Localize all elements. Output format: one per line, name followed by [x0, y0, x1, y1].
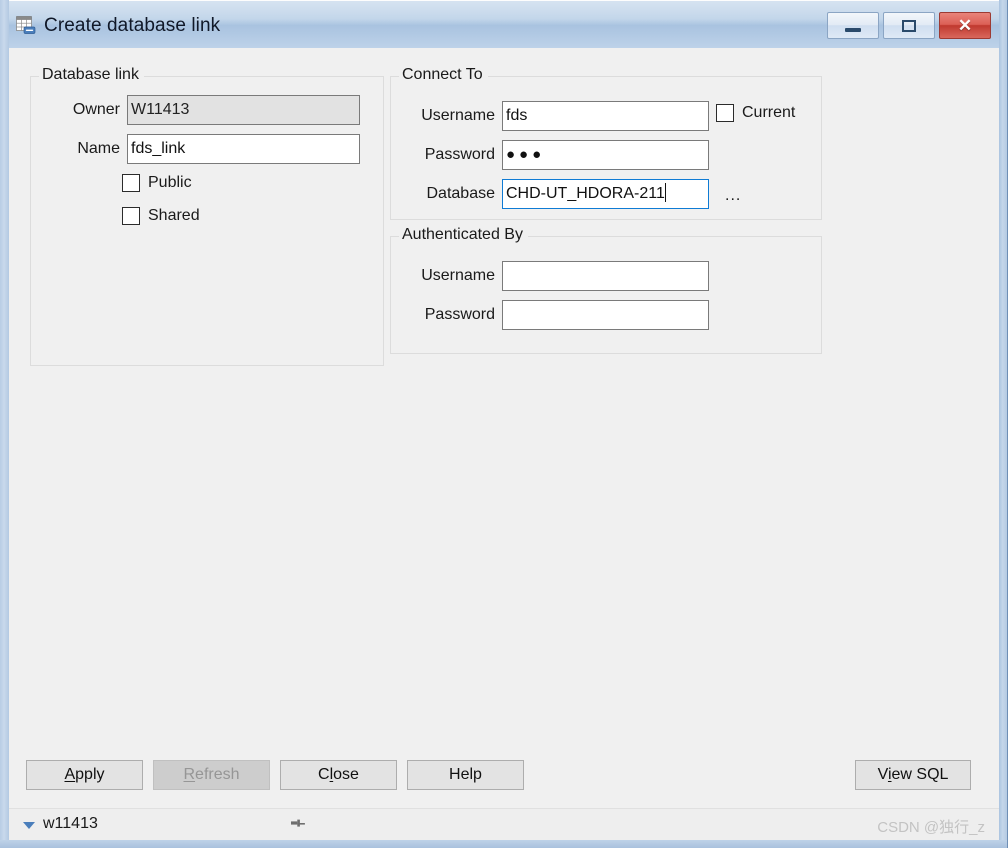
database-link-icon	[16, 16, 36, 34]
auth-username-label: Username	[421, 267, 495, 284]
connect-username-label: Username	[421, 107, 495, 124]
status-connection-label[interactable]: w11413	[43, 815, 98, 833]
refresh-button[interactable]: Refresh	[153, 760, 270, 790]
public-checkbox-row[interactable]: Public	[122, 174, 192, 192]
connect-database-label: Database	[426, 185, 496, 202]
name-label: Name	[77, 140, 120, 157]
connect-password-input: ●●●	[506, 146, 546, 163]
application-window: Create database link ✕ Database link Own…	[0, 0, 1008, 848]
dialog-client-area: Database link Owner W11413 Name fds_link…	[9, 48, 999, 840]
connect-username-input[interactable]: fds	[502, 101, 709, 131]
owner-label: Owner	[72, 101, 120, 118]
auth-password-input[interactable]	[502, 300, 709, 330]
database-browse-button[interactable]: ...	[725, 187, 741, 205]
close-icon: ✕	[957, 16, 973, 35]
refresh-accel: R	[183, 766, 196, 783]
status-bar: w11413 CSDN @独行_z	[9, 808, 999, 840]
pin-icon[interactable]	[287, 816, 307, 834]
refresh-label-rest: efresh	[195, 766, 240, 783]
shared-label: Shared	[148, 207, 200, 224]
database-link-legend: Database link	[39, 66, 144, 84]
apply-button[interactable]: Apply	[26, 760, 143, 790]
close-button[interactable]: ✕	[939, 12, 991, 39]
auth-username-input[interactable]	[502, 261, 709, 291]
connect-database-input: CHD-UT_HDORA-211	[506, 185, 665, 202]
window-frame-left	[0, 0, 9, 848]
close-label-rest: ose	[333, 766, 359, 783]
shared-checkbox-row[interactable]: Shared	[122, 207, 200, 225]
view-sql-button[interactable]: View SQL	[855, 760, 971, 790]
help-label: Help	[449, 766, 482, 783]
help-button[interactable]: Help	[407, 760, 524, 790]
close-label-pre: C	[318, 766, 330, 783]
name-input[interactable]: fds_link	[127, 134, 360, 164]
current-checkbox[interactable]	[716, 104, 734, 122]
public-checkbox[interactable]	[122, 174, 140, 192]
authenticated-by-group: Authenticated By	[390, 226, 822, 354]
window-title: Create database link	[44, 15, 221, 36]
apply-accel: A	[64, 766, 76, 783]
auth-username-row: Username	[390, 261, 709, 291]
owner-row: Owner W11413	[30, 95, 360, 125]
auth-password-row: Password	[390, 300, 709, 330]
maximize-icon	[902, 19, 916, 32]
apply-label-rest: pply	[75, 766, 105, 783]
title-bar[interactable]: Create database link ✕	[9, 0, 999, 48]
connect-password-label: Password	[424, 146, 495, 163]
view-sql-label-rest: ew SQL	[891, 766, 949, 783]
connect-database-row: Database CHD-UT_HDORA-211	[390, 179, 709, 209]
view-sql-label-pre: V	[877, 766, 888, 783]
name-row: Name fds_link	[30, 134, 360, 164]
window-controls: ✕	[827, 12, 991, 39]
text-caret	[664, 183, 666, 202]
maximize-button[interactable]	[883, 12, 935, 39]
owner-field: W11413	[127, 95, 360, 125]
current-checkbox-row[interactable]: Current	[716, 104, 795, 122]
shared-checkbox[interactable]	[122, 207, 140, 225]
connect-username-row: Username fds	[390, 101, 709, 131]
chevron-down-icon[interactable]	[23, 822, 35, 829]
public-label: Public	[148, 174, 192, 191]
connect-password-row: Password ●●●	[390, 140, 709, 170]
watermark-text: CSDN @独行_z	[877, 819, 985, 836]
minimize-button[interactable]	[827, 12, 879, 39]
authenticated-by-legend: Authenticated By	[399, 226, 528, 244]
window-frame-bottom	[0, 840, 1008, 848]
connect-to-legend: Connect To	[399, 66, 488, 84]
current-label: Current	[742, 104, 796, 121]
minimize-icon	[845, 27, 861, 32]
close-dialog-button[interactable]: Close	[280, 760, 397, 790]
auth-password-label: Password	[424, 306, 495, 323]
